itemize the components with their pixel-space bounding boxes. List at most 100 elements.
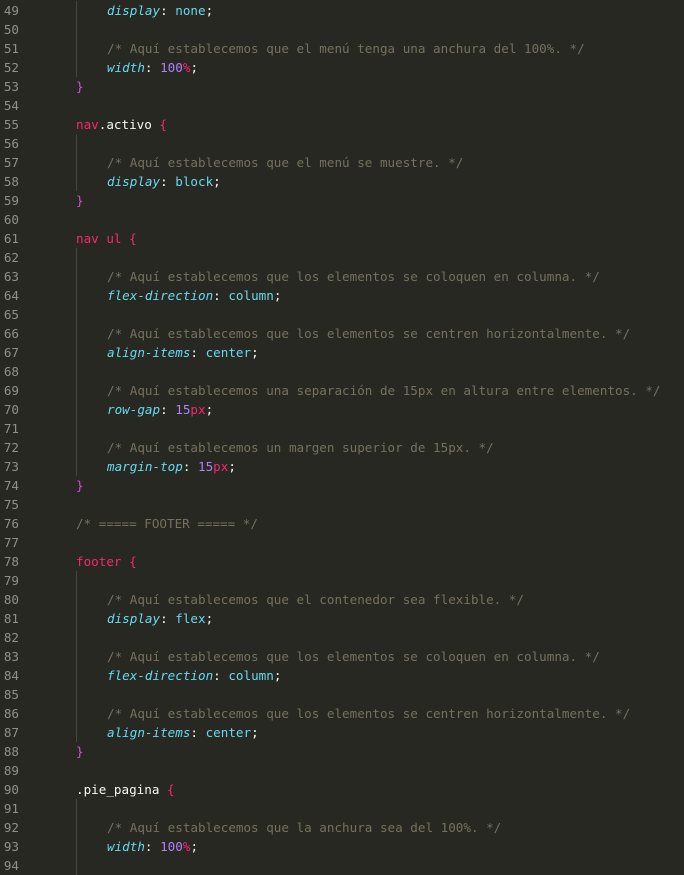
indent-guide (76, 381, 77, 400)
code-line[interactable]: 74} (0, 476, 684, 495)
line-number: 70 (3, 402, 19, 417)
token-punct: : (160, 402, 176, 417)
code-line[interactable]: 94 (0, 856, 684, 875)
token-prop: display (107, 174, 161, 189)
code-line[interactable]: 79 (0, 571, 684, 590)
code-line[interactable]: 53} (0, 77, 684, 96)
code-line[interactable]: 85 (0, 685, 684, 704)
token-num: 100 (160, 839, 183, 854)
code-line[interactable]: 69 /* Aquí establecemos una separación de… (0, 381, 684, 400)
line-number: 56 (3, 136, 19, 151)
token-unit: px (190, 402, 206, 417)
line-number: 78 (3, 554, 19, 569)
code-text: /* Aquí establecemos un margen superior … (107, 438, 494, 457)
line-number: 64 (3, 288, 19, 303)
code-line[interactable]: 67 align-items: center; (0, 343, 684, 362)
code-line[interactable]: 68 (0, 362, 684, 381)
code-line[interactable]: 81 display: flex; (0, 609, 684, 628)
code-line[interactable]: 59} (0, 191, 684, 210)
code-line[interactable]: 70 row-gap: 15px; (0, 400, 684, 419)
line-number: 86 (3, 706, 19, 721)
code-text: flex-direction: column; (107, 666, 281, 685)
line-number: 69 (3, 383, 19, 398)
code-line[interactable]: 50 (0, 20, 684, 39)
token-prop: width (107, 60, 145, 75)
token-brace-close: } (76, 478, 84, 493)
line-number: 89 (3, 763, 19, 778)
code-text: row-gap: 15px; (107, 400, 213, 419)
code-line[interactable]: 54 (0, 96, 684, 115)
code-line[interactable]: 65 (0, 305, 684, 324)
code-line[interactable]: 58 display: block; (0, 172, 684, 191)
line-number: 75 (3, 497, 19, 512)
code-line[interactable]: 83 /* Aquí establecemos que los elementos… (0, 647, 684, 666)
line-number: 61 (3, 231, 19, 246)
code-line[interactable]: 66 /* Aquí establecemos que los elementos… (0, 324, 684, 343)
code-line[interactable]: 93 width: 100%; (0, 837, 684, 856)
code-line[interactable]: 92 /* Aquí establecemos que la anchura se… (0, 818, 684, 837)
token-num: 100 (160, 60, 183, 75)
code-line[interactable]: 60 (0, 210, 684, 229)
line-number: 53 (3, 79, 19, 94)
line-number: 54 (3, 98, 19, 113)
code-line[interactable]: 75 (0, 495, 684, 514)
line-number: 77 (3, 535, 19, 550)
code-line[interactable]: 76 /* ===== FOOTER ===== */ (0, 514, 684, 533)
indent-guide (76, 438, 77, 457)
token-brace: { (129, 231, 137, 246)
token-prop: row-gap (107, 402, 161, 417)
token-val: column (228, 288, 274, 303)
code-text: /* ===== FOOTER ===== */ (76, 514, 258, 533)
token-val: block (175, 174, 214, 189)
code-line[interactable]: 57 /* Aquí establecemos que el menú se mu… (0, 153, 684, 172)
code-line[interactable]: 63 /* Aquí establecemos que los elementos… (0, 267, 684, 286)
token-num: 15 (175, 402, 191, 417)
code-line[interactable]: 61 nav ul { (0, 229, 684, 248)
code-line[interactable]: 86 /* Aquí establecemos que los elementos… (0, 704, 684, 723)
code-line[interactable]: 88} (0, 742, 684, 761)
code-line[interactable]: 77 (0, 533, 684, 552)
indent-guide (76, 799, 77, 818)
token-punct: : (160, 3, 176, 18)
token-unit: px (213, 459, 229, 474)
code-line[interactable]: 55 nav.activo { (0, 115, 684, 134)
code-line[interactable]: 91 (0, 799, 684, 818)
code-line[interactable]: 51 /* Aquí establecemos que el menú tenga… (0, 39, 684, 58)
code-line[interactable]: 71 (0, 419, 684, 438)
code-line[interactable]: 73 margin-top: 15px; (0, 457, 684, 476)
indent-guide (76, 571, 77, 590)
token-comment: /* ===== FOOTER ===== */ (76, 516, 258, 531)
indent-guide (76, 704, 77, 723)
code-line[interactable]: 87 align-items: center; (0, 723, 684, 742)
token-punct: ; (273, 668, 282, 683)
code-line[interactable]: 89 (0, 761, 684, 780)
code-line[interactable]: 49 display: none; (0, 1, 684, 20)
code-line[interactable]: 56 (0, 134, 684, 153)
line-number: 79 (3, 573, 19, 588)
code-line[interactable]: 82 (0, 628, 684, 647)
code-text: /* Aquí establecemos que los elementos s… (107, 324, 630, 343)
code-line[interactable]: 80 /* Aquí establecemos que el contenedor… (0, 590, 684, 609)
token-prop: margin-top (107, 459, 183, 474)
token-comment: /* Aquí establecemos que los elementos s… (107, 326, 631, 341)
indent-guide (76, 305, 77, 324)
code-line[interactable]: 64 flex-direction: column; (0, 286, 684, 305)
line-number: 72 (3, 440, 19, 455)
token-sel: footer (76, 554, 130, 569)
code-line[interactable]: 90 .pie_pagina { (0, 780, 684, 799)
line-number: 85 (3, 687, 19, 702)
code-line[interactable]: 72 /* Aquí establecemos un margen superio… (0, 438, 684, 457)
code-text: nav.activo { (76, 115, 167, 134)
code-line[interactable]: 78 footer { (0, 552, 684, 571)
line-number: 76 (3, 516, 19, 531)
code-editor[interactable]: 49 display: none; 50 51 /* Aquí establecemos… (0, 0, 684, 875)
line-number: 91 (3, 801, 19, 816)
code-line[interactable]: 52 width: 100%; (0, 58, 684, 77)
code-line[interactable]: 62 (0, 248, 684, 267)
token-prop: flex-direction (107, 668, 214, 683)
line-number: 71 (3, 421, 19, 436)
line-number: 87 (3, 725, 19, 740)
code-line[interactable]: 84 flex-direction: column; (0, 666, 684, 685)
token-val: flex (175, 611, 206, 626)
line-number: 73 (3, 459, 19, 474)
